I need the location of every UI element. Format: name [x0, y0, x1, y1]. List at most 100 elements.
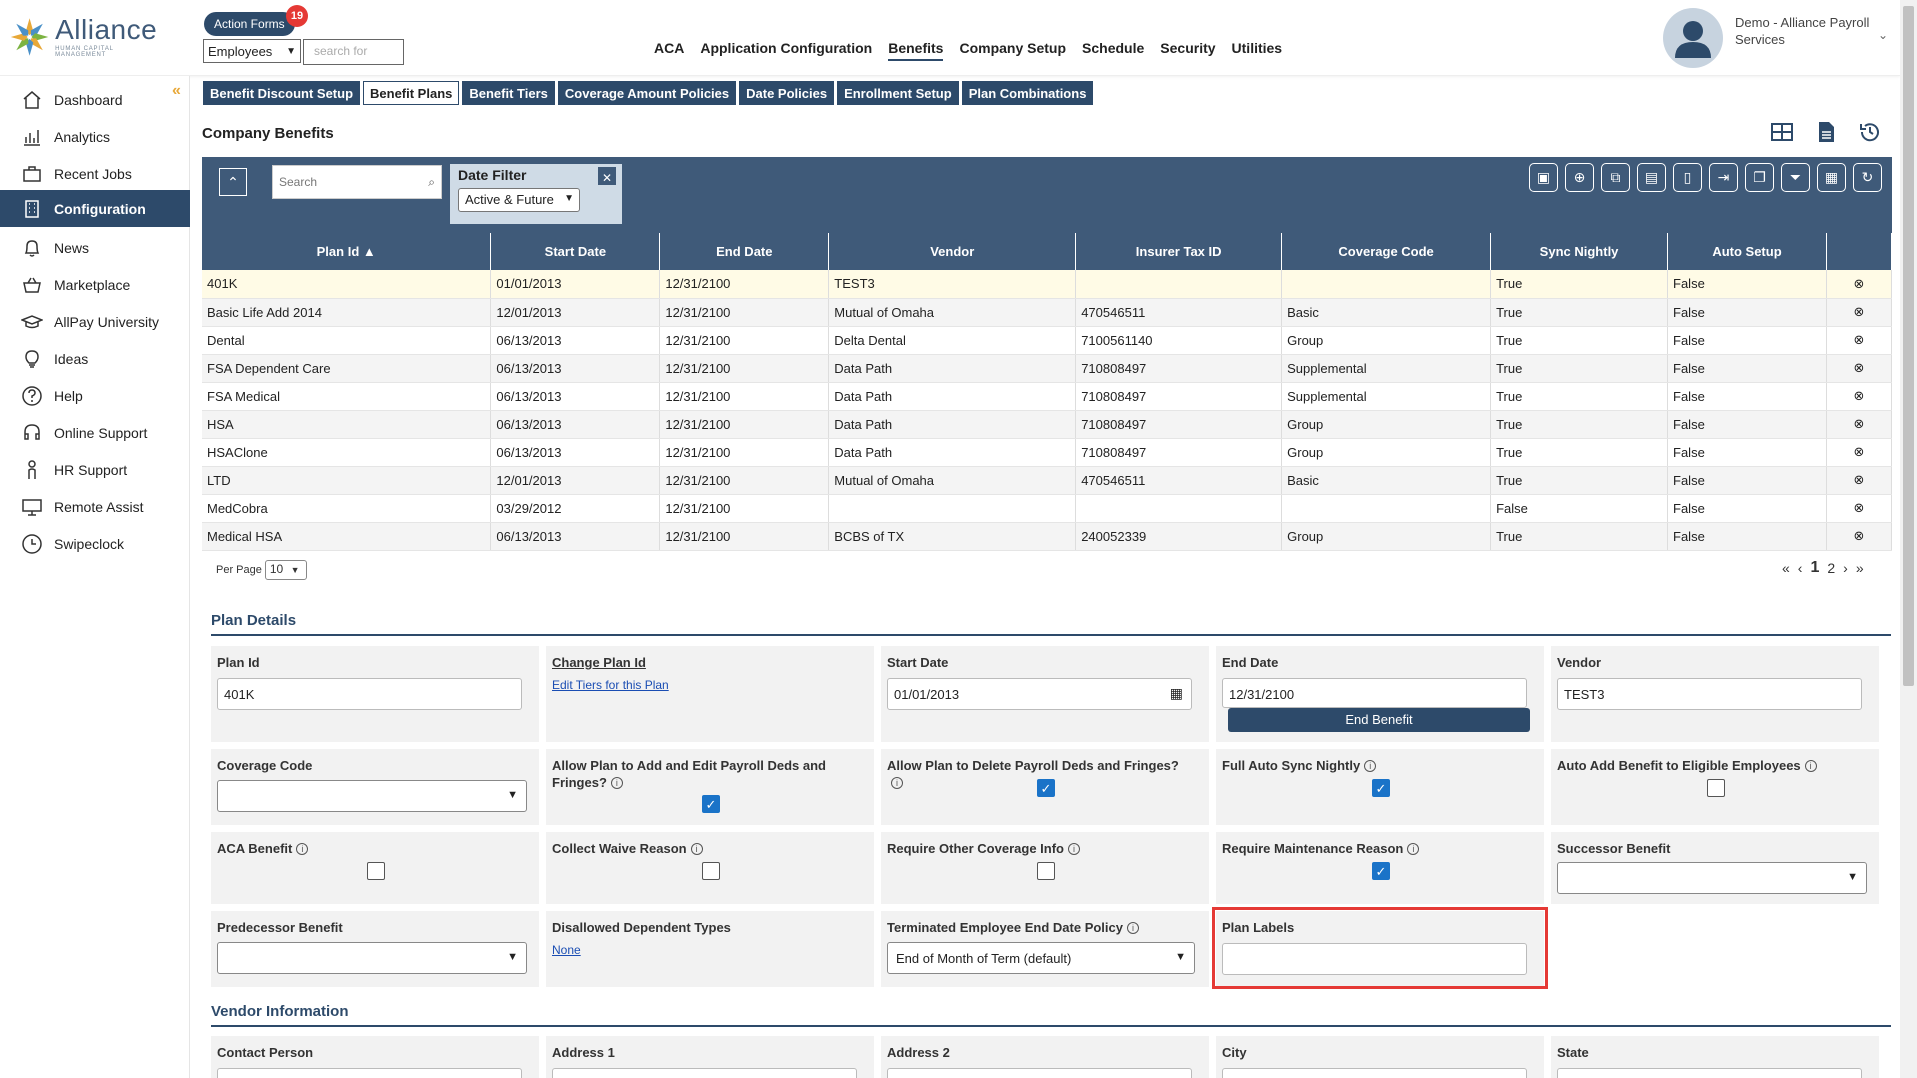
- end-date-input[interactable]: 12/31/2100: [1222, 678, 1527, 708]
- date-filter-select[interactable]: Active & Future ▼: [458, 188, 580, 212]
- coverage-code-select[interactable]: ▼: [217, 780, 527, 812]
- scrollbar-thumb[interactable]: [1903, 6, 1914, 686]
- require-maint-checkbox[interactable]: ✓: [1372, 862, 1390, 880]
- info-icon[interactable]: i: [1127, 922, 1139, 934]
- sidebar-item-online-support[interactable]: Online Support: [0, 414, 190, 451]
- clear-filter-icon[interactable]: ✕: [596, 165, 618, 187]
- table-row[interactable]: Dental 06/13/2013 12/31/2100 Delta Dental 71…: [202, 326, 1893, 355]
- tab-enrollment-setup[interactable]: Enrollment Setup: [837, 81, 959, 105]
- prev-page-icon[interactable]: ‹: [1798, 560, 1803, 576]
- action-forms-button[interactable]: Action Forms: [204, 12, 295, 36]
- end-benefit-button[interactable]: End Benefit: [1228, 708, 1530, 732]
- first-page-icon[interactable]: «: [1782, 560, 1790, 576]
- table-row[interactable]: MedCobra 03/29/2012 12/31/2100 False False ⊗: [202, 494, 1893, 523]
- column-header-vendor[interactable]: Vendor: [828, 233, 1077, 270]
- tab-benefit-plans[interactable]: Benefit Plans: [363, 81, 460, 105]
- grid-search-input[interactable]: Search ⌕: [272, 165, 442, 199]
- delete-row-icon[interactable]: ⊗: [1826, 466, 1893, 495]
- per-page-select[interactable]: 10 ▼: [264, 560, 307, 580]
- image-icon[interactable]: ▤: [1637, 163, 1666, 192]
- aca-benefit-checkbox[interactable]: [367, 862, 385, 880]
- predecessor-select[interactable]: ▼: [217, 942, 527, 974]
- edit-tiers-link[interactable]: Edit Tiers for this Plan: [552, 678, 669, 692]
- table-row[interactable]: HSA 06/13/2013 12/31/2100 Data Path 71080849…: [202, 410, 1893, 439]
- calendar-icon[interactable]: ▦: [1170, 685, 1183, 702]
- pdf-icon[interactable]: ▯: [1673, 163, 1702, 192]
- alliance-logo[interactable]: Alliance HUMAN CAPITAL MANAGEMENT: [8, 12, 160, 62]
- delete-row-icon[interactable]: ⊗: [1826, 382, 1893, 411]
- auto-add-checkbox[interactable]: [1707, 779, 1725, 797]
- sidebar-item-swipeclock[interactable]: Swipeclock: [0, 525, 190, 562]
- delete-row-icon[interactable]: ⊗: [1826, 326, 1893, 355]
- tab-date-policies[interactable]: Date Policies: [739, 81, 835, 105]
- tab-benefit-discount-setup[interactable]: Benefit Discount Setup: [203, 81, 361, 105]
- allow-add-checkbox[interactable]: ✓: [702, 795, 720, 813]
- avatar[interactable]: [1663, 8, 1723, 68]
- table-row[interactable]: LTD 12/01/2013 12/31/2100 Mutual of Omaha 47…: [202, 466, 1893, 495]
- delete-row-icon[interactable]: ⊗: [1826, 522, 1893, 551]
- info-icon[interactable]: i: [296, 843, 309, 855]
- delete-row-icon[interactable]: ⊗: [1826, 298, 1893, 327]
- change-plan-id-link[interactable]: Change Plan Id: [552, 654, 852, 671]
- successor-select[interactable]: ▼: [1557, 862, 1867, 894]
- start-date-input[interactable]: 01/01/2013 ▦: [887, 678, 1192, 710]
- info-icon[interactable]: i: [891, 777, 903, 789]
- column-header-plan-id[interactable]: Plan Id ▲: [202, 233, 492, 270]
- state-input[interactable]: [1557, 1068, 1862, 1078]
- info-icon[interactable]: i: [1804, 760, 1817, 772]
- table-row[interactable]: Basic Life Add 2014 12/01/2013 12/31/2100 M…: [202, 298, 1893, 327]
- columns-icon[interactable]: ▦: [1817, 163, 1846, 192]
- nav-security[interactable]: Security: [1160, 40, 1215, 61]
- tab-benefit-tiers[interactable]: Benefit Tiers: [462, 81, 555, 105]
- vendor-input[interactable]: TEST3: [1557, 678, 1862, 710]
- export-icon[interactable]: ⇥: [1709, 163, 1738, 192]
- collect-waive-checkbox[interactable]: [702, 862, 720, 880]
- sidebar-item-news[interactable]: News: [0, 229, 190, 266]
- duplicate-icon[interactable]: ❐: [1745, 163, 1774, 192]
- copy-icon[interactable]: ⧉: [1601, 163, 1630, 192]
- column-header-start-date[interactable]: Start Date: [490, 233, 661, 270]
- document-icon[interactable]: [1814, 120, 1838, 144]
- global-search-input[interactable]: search for: [303, 39, 404, 65]
- column-header-sync-nightly[interactable]: Sync Nightly: [1490, 233, 1669, 270]
- address2-input[interactable]: [887, 1068, 1192, 1078]
- info-icon[interactable]: i: [1407, 843, 1420, 855]
- table-row[interactable]: HSAClone 06/13/2013 12/31/2100 Data Path 710…: [202, 438, 1893, 467]
- page-next-number[interactable]: 2: [1827, 560, 1835, 576]
- chevron-down-icon[interactable]: ⌄: [1878, 28, 1888, 42]
- sidebar-item-configuration[interactable]: Configuration: [0, 190, 190, 227]
- table-row[interactable]: FSA Dependent Care 06/13/2013 12/31/2100 Da…: [202, 354, 1893, 383]
- column-header-auto-setup[interactable]: Auto Setup: [1667, 233, 1827, 270]
- last-page-icon[interactable]: »: [1856, 560, 1864, 576]
- sidebar-item-hr-support[interactable]: HR Support: [0, 451, 190, 488]
- delete-row-icon[interactable]: ⊗: [1826, 270, 1893, 299]
- refresh-icon[interactable]: ↻: [1853, 163, 1882, 192]
- delete-row-icon[interactable]: ⊗: [1826, 438, 1893, 467]
- employee-scope-select[interactable]: Employees ▼: [203, 39, 301, 63]
- plan-id-input[interactable]: 401K: [217, 678, 522, 710]
- sidebar-item-analytics[interactable]: Analytics: [0, 118, 190, 155]
- sidebar-item-allpay-university[interactable]: AllPay University: [0, 303, 190, 340]
- nav-aca[interactable]: ACA: [654, 40, 684, 61]
- nav-benefits[interactable]: Benefits: [888, 40, 944, 61]
- sidebar-item-dashboard[interactable]: Dashboard: [0, 81, 190, 118]
- terminated-select[interactable]: End of Month of Term (default) ▼: [887, 942, 1195, 974]
- tab-coverage-amount-policies[interactable]: Coverage Amount Policies: [557, 81, 737, 105]
- require-other-checkbox[interactable]: [1037, 862, 1055, 880]
- full-auto-sync-checkbox[interactable]: ✓: [1372, 779, 1390, 797]
- filter-icon[interactable]: ⏷: [1781, 163, 1810, 192]
- contact-person-input[interactable]: [217, 1068, 522, 1078]
- delete-row-icon[interactable]: ⊗: [1826, 354, 1893, 383]
- user-name[interactable]: Demo - Alliance Payroll Services: [1735, 14, 1880, 48]
- nav-utilities[interactable]: Utilities: [1232, 40, 1283, 61]
- allow-delete-checkbox[interactable]: ✓: [1037, 779, 1055, 797]
- sidebar-item-help[interactable]: Help: [0, 377, 190, 414]
- add-icon[interactable]: ⊕: [1565, 163, 1594, 192]
- sidebar-item-recent-jobs[interactable]: Recent Jobs: [0, 155, 190, 192]
- column-header-end-date[interactable]: End Date: [659, 233, 830, 270]
- delete-row-icon[interactable]: ⊗: [1826, 494, 1893, 523]
- delete-row-icon[interactable]: ⊗: [1826, 410, 1893, 439]
- info-icon[interactable]: i: [610, 777, 623, 789]
- nav-company-setup[interactable]: Company Setup: [959, 40, 1066, 61]
- nav-application-configuration[interactable]: Application Configuration: [700, 40, 872, 61]
